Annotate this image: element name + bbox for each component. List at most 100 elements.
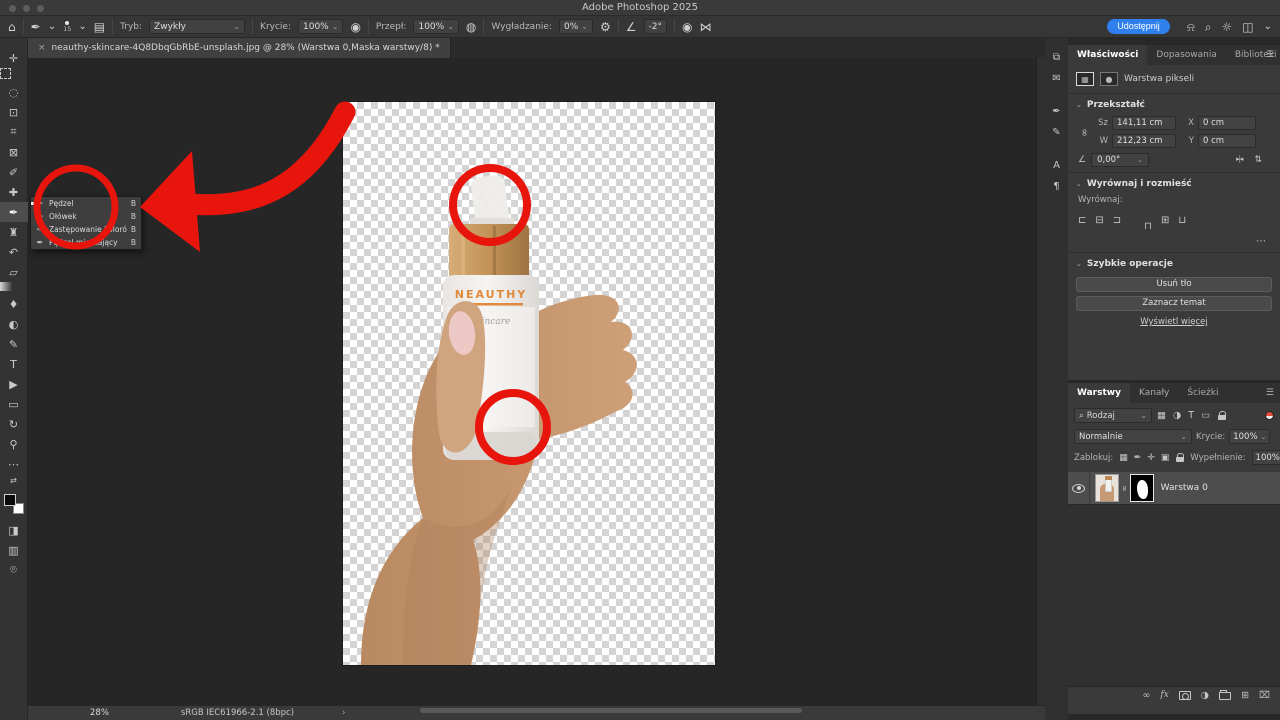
tab-paths[interactable]: Ścieżki xyxy=(1178,383,1227,403)
tab-adjustments[interactable]: Dopasowania xyxy=(1147,45,1225,65)
brush-settings-panel-icon[interactable]: ✒ xyxy=(1052,106,1060,117)
dodge-tool[interactable]: ◐ xyxy=(0,314,28,334)
chevron-down-icon[interactable]: ⌄ xyxy=(1264,22,1272,32)
rectangular-marquee-tool[interactable] xyxy=(0,68,11,79)
layer-visibility-toggle[interactable] xyxy=(1068,472,1090,504)
mask-thumb-icon[interactable]: ● xyxy=(1100,72,1118,86)
smoothing-select[interactable]: 0% ⌄ xyxy=(559,19,593,34)
layer-opacity-input[interactable]: 100% ⌄ xyxy=(1229,429,1270,444)
pressure-opacity-icon[interactable]: ◉ xyxy=(350,21,360,33)
blend-mode-select[interactable]: Zwykły ⌄ xyxy=(149,19,245,34)
lock-position-icon[interactable]: ✛ xyxy=(1147,453,1155,463)
history-brush-tool[interactable]: ↶ xyxy=(0,242,28,262)
select-subject-button[interactable]: Zaznacz temat xyxy=(1076,296,1272,311)
frame-tool[interactable]: ⊠ xyxy=(0,142,28,162)
clone-stamp-tool[interactable]: ♜ xyxy=(0,222,28,242)
align-center-h-icon[interactable]: ⊟ xyxy=(1095,215,1103,226)
menu-item-pencil[interactable]: ✏ Ołówek B xyxy=(31,210,141,223)
menu-item-color-replacement[interactable]: ✑ Zastępowanie kolorów B xyxy=(31,223,141,236)
move-tool[interactable]: ✛ xyxy=(0,48,28,68)
chevron-down-icon[interactable]: ⌄ xyxy=(78,22,86,32)
edit-toolbar-button[interactable]: ⋯ xyxy=(0,454,28,474)
horizontal-scrollbar[interactable] xyxy=(420,708,802,713)
new-adjustment-layer-icon[interactable]: ◑ xyxy=(1201,690,1209,701)
clone-source-panel-icon[interactable]: ⧉ xyxy=(1053,52,1060,63)
workspace-icon[interactable]: ◫ xyxy=(1242,21,1253,33)
filter-adjustment-layers-icon[interactable]: ◑ xyxy=(1173,410,1181,421)
panel-menu-icon[interactable]: ☰ xyxy=(1266,388,1274,398)
quick-mask-icon[interactable]: ◨ xyxy=(0,520,28,540)
delete-layer-icon[interactable]: ⌧ xyxy=(1259,690,1270,701)
object-selection-tool[interactable]: ⊡ xyxy=(0,102,28,122)
notifications-bell-icon[interactable]: ⍾ xyxy=(1187,21,1195,33)
align-more-button[interactable]: ⋯ xyxy=(1068,232,1280,247)
close-tab-icon[interactable]: × xyxy=(38,43,46,53)
width-input[interactable]: 141,11 cm xyxy=(1112,116,1176,130)
align-top-icon[interactable]: ⊓ xyxy=(1144,221,1152,232)
paragraph-panel-icon[interactable]: ¶ xyxy=(1053,181,1059,192)
layer-thumbnail[interactable] xyxy=(1095,474,1119,502)
pen-tool[interactable]: ✎ xyxy=(0,334,28,354)
zoom-level[interactable]: 28% xyxy=(90,708,109,718)
filter-type-layers-icon[interactable]: T xyxy=(1188,410,1194,421)
link-layers-icon[interactable]: ∞ xyxy=(1142,690,1150,701)
y-input[interactable]: 0 cm xyxy=(1198,134,1256,148)
zoom-tool[interactable]: ⚲ xyxy=(0,434,28,454)
minimize-window-icon[interactable] xyxy=(23,5,30,12)
lock-artboard-icon[interactable]: ▣ xyxy=(1161,453,1170,463)
character-panel-icon[interactable]: A xyxy=(1053,160,1060,171)
share-button[interactable]: Udostępnij xyxy=(1107,19,1170,34)
lock-all-icon[interactable] xyxy=(1175,453,1184,462)
height-input[interactable]: 212,23 cm xyxy=(1112,134,1176,148)
eyedropper-tool[interactable]: ✐ xyxy=(0,162,28,182)
screen-mode-icon[interactable]: ▥ xyxy=(0,540,28,560)
rotate-input[interactable]: 0,00° ⌄ xyxy=(1091,153,1149,167)
chevron-down-icon[interactable]: ⌄ xyxy=(48,22,56,32)
pixel-layer-thumb-icon[interactable]: ▦ xyxy=(1076,72,1094,86)
link-dimensions-icon[interactable]: ∞ xyxy=(1079,126,1090,138)
filter-pixel-layers-icon[interactable]: ▦ xyxy=(1157,410,1166,421)
discover-icon[interactable]: ☼ xyxy=(1222,21,1233,33)
tab-layers[interactable]: Warstwy xyxy=(1068,383,1130,403)
type-tool[interactable]: T xyxy=(0,354,28,374)
flip-vertical-icon[interactable]: ⇅ xyxy=(1254,155,1262,165)
flow-select[interactable]: 100% ⌄ xyxy=(413,19,458,34)
blur-tool[interactable]: ♦ xyxy=(0,294,28,314)
canvas-area[interactable]: NEAUTHY skincare ✒ Pędzel B xyxy=(28,58,1045,705)
filter-smart-objects-icon[interactable] xyxy=(1217,411,1226,420)
layer-filter-select[interactable]: ⌕ Rodzaj ⌄ xyxy=(1074,408,1152,423)
filter-toggle-icon[interactable] xyxy=(1265,411,1274,420)
panel-menu-icon[interactable]: ☰ xyxy=(1266,50,1274,60)
align-middle-icon[interactable]: ⊞ xyxy=(1161,215,1169,226)
spot-healing-brush-tool[interactable]: ✚ xyxy=(0,182,28,202)
airbrush-icon[interactable]: ◍ xyxy=(466,21,476,33)
brush-tool[interactable]: ✒ xyxy=(0,202,28,222)
layer-name[interactable]: Warstwa 0 xyxy=(1161,483,1208,493)
align-right-icon[interactable]: ⊐ xyxy=(1113,215,1121,226)
align-left-icon[interactable]: ⊏ xyxy=(1078,215,1086,226)
x-input[interactable]: 0 cm xyxy=(1198,116,1256,130)
document-tab[interactable]: × neauthy-skincare-4Q8DbqGbRbE-unsplash.… xyxy=(28,38,451,58)
comments-panel-icon[interactable]: ✉ xyxy=(1052,73,1060,84)
capture-icon[interactable]: ⌾ xyxy=(0,560,28,580)
zoom-window-icon[interactable] xyxy=(37,5,44,12)
layer-mask-thumbnail[interactable] xyxy=(1130,474,1154,502)
search-icon[interactable]: ⌕ xyxy=(1205,21,1212,33)
new-group-icon[interactable] xyxy=(1219,692,1231,700)
show-more-link[interactable]: Wyświetl więcej xyxy=(1068,317,1280,327)
document-artboard[interactable]: NEAUTHY skincare xyxy=(343,102,715,665)
rotate-view-tool[interactable]: ↻ xyxy=(0,414,28,434)
layer-blend-mode-select[interactable]: Normalnie ⌄ xyxy=(1074,429,1192,444)
new-layer-icon[interactable]: ⊞ xyxy=(1241,690,1249,701)
remove-background-button[interactable]: Usuń tło xyxy=(1076,277,1272,292)
swap-colors-icon[interactable]: ⇄ xyxy=(0,474,28,486)
eraser-tool[interactable]: ▱ xyxy=(0,262,28,282)
brush-size-picker[interactable]: 15 xyxy=(63,21,71,33)
vertical-scrollbar[interactable] xyxy=(1036,58,1045,705)
home-icon[interactable]: ⌂ xyxy=(8,21,16,33)
transform-section-header[interactable]: ⌄ Przekształć xyxy=(1068,94,1280,114)
gear-icon[interactable]: ⚙ xyxy=(600,21,611,33)
symmetry-icon[interactable]: ⋈ xyxy=(699,21,711,33)
brushes-panel-icon[interactable]: ✎ xyxy=(1052,127,1060,138)
lock-transparency-icon[interactable]: ▦ xyxy=(1119,453,1128,463)
